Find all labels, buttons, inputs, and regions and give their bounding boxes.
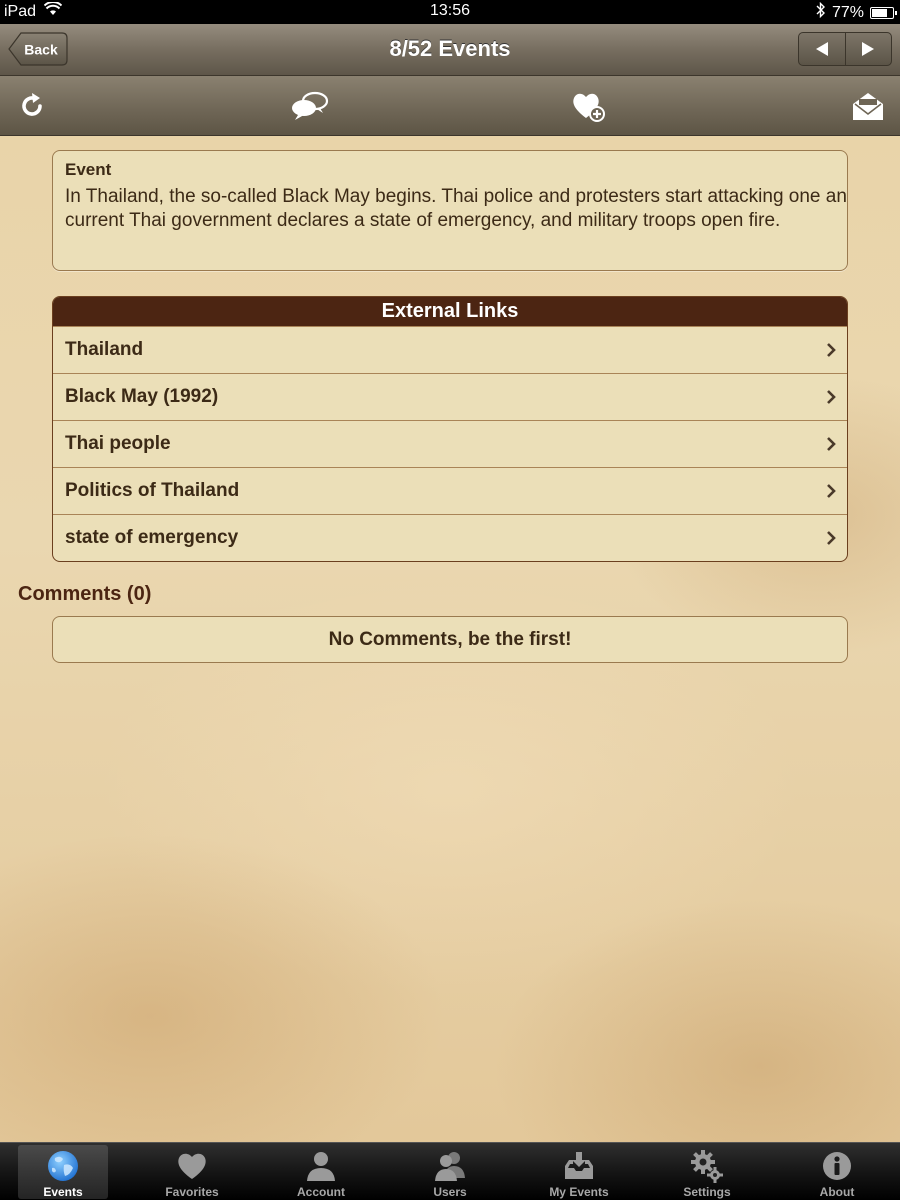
link-row-thai-people[interactable]: Thai people	[53, 420, 847, 467]
share-mail-button[interactable]	[850, 88, 886, 124]
external-links-table: External Links Thailand Black May (1992)…	[52, 296, 848, 562]
external-links-header: External Links	[53, 297, 847, 326]
tab-label: About	[819, 1185, 855, 1199]
event-text-line: current Thai government declares a state…	[65, 210, 781, 231]
tab-favorites[interactable]: Favorites	[147, 1145, 237, 1199]
comments-button[interactable]	[290, 88, 330, 124]
link-row-politics[interactable]: Politics of Thailand	[53, 467, 847, 514]
chevron-right-icon	[827, 437, 836, 451]
tab-label: Favorites	[165, 1185, 219, 1199]
link-label: Thailand	[65, 339, 144, 360]
event-text-line: In Thailand, the so-called Black May beg…	[65, 186, 847, 207]
tab-events[interactable]: Events	[18, 1145, 108, 1199]
tab-label: Settings	[683, 1185, 731, 1199]
status-bar: iPad 13:56 77%	[0, 0, 900, 24]
link-row-thailand[interactable]: Thailand	[53, 326, 847, 373]
tab-account[interactable]: Account	[276, 1145, 366, 1199]
bluetooth-icon	[816, 1, 826, 23]
chevron-right-icon	[827, 390, 836, 404]
event-label: Event	[65, 160, 112, 179]
comment-bubbles-icon	[292, 91, 329, 120]
globe-icon	[46, 1149, 80, 1183]
refresh-button[interactable]	[14, 88, 50, 124]
event-description: In Thailand, the so-called Black May beg…	[65, 185, 847, 233]
battery-icon	[870, 6, 897, 19]
tab-label: Users	[433, 1185, 467, 1199]
link-label: Politics of Thailand	[65, 480, 240, 501]
link-label: Black May (1992)	[65, 386, 219, 407]
arrow-right-icon	[862, 42, 875, 56]
heart-icon	[175, 1149, 209, 1183]
event-card: Event In Thailand, the so-called Black M…	[52, 150, 848, 271]
link-label: state of emergency	[65, 527, 239, 548]
navigation-bar: Back 8/52 Events	[0, 24, 900, 76]
tab-label: Account	[297, 1185, 345, 1199]
page-title: 8/52 Events	[389, 36, 511, 61]
mail-icon	[853, 93, 883, 120]
inbox-download-icon	[562, 1149, 596, 1183]
action-toolbar	[0, 76, 900, 136]
chevron-right-icon	[827, 343, 836, 357]
add-first-comment-button[interactable]: No Comments, be the first!	[52, 616, 848, 663]
gears-icon	[690, 1149, 724, 1183]
event-pager	[798, 32, 892, 66]
tab-my-events[interactable]: My Events	[534, 1145, 624, 1199]
favorite-add-icon	[573, 93, 605, 122]
tab-label: Events	[43, 1185, 83, 1199]
link-row-state-of-emergency[interactable]: state of emergency	[53, 514, 847, 561]
next-button[interactable]	[844, 33, 892, 65]
chevron-right-icon	[827, 484, 836, 498]
tab-users[interactable]: Users	[405, 1145, 495, 1199]
chevron-right-icon	[827, 531, 836, 545]
tab-bar: Events Favorites Account Users My Events	[0, 1142, 900, 1200]
tab-label: My Events	[549, 1185, 609, 1199]
arrow-left-icon	[815, 42, 828, 56]
previous-button[interactable]	[799, 33, 845, 65]
tab-about[interactable]: About	[792, 1145, 882, 1199]
tab-settings[interactable]: Settings	[662, 1145, 752, 1199]
person-icon	[304, 1149, 338, 1183]
info-icon	[820, 1149, 854, 1183]
battery-percent: 77%	[831, 3, 864, 21]
link-label: Thai people	[65, 433, 171, 454]
refresh-icon	[22, 93, 42, 116]
status-time: 13:56	[429, 2, 471, 19]
link-row-black-may[interactable]: Black May (1992)	[53, 373, 847, 420]
comments-heading: Comments (0)	[18, 583, 152, 605]
people-icon	[433, 1149, 467, 1183]
add-favorite-button[interactable]	[570, 88, 606, 124]
